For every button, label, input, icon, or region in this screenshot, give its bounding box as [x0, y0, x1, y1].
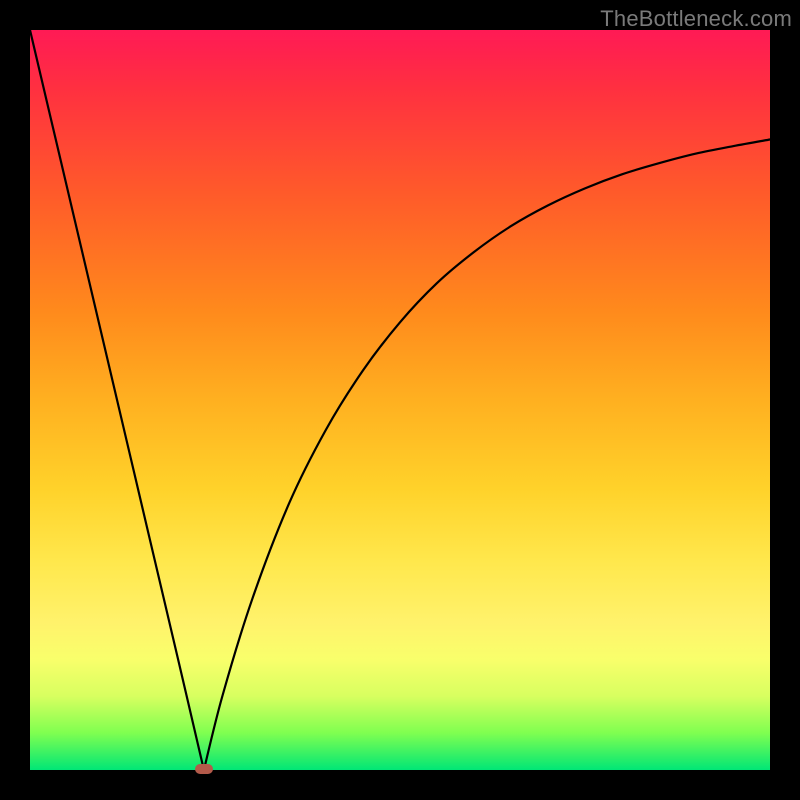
curve-svg — [30, 30, 770, 770]
watermark-text: TheBottleneck.com — [600, 6, 792, 32]
plot-area — [30, 30, 770, 770]
curve-left-branch — [30, 30, 204, 770]
curve-right-branch — [204, 140, 770, 770]
chart-frame: TheBottleneck.com — [0, 0, 800, 800]
minimum-marker — [195, 764, 213, 774]
